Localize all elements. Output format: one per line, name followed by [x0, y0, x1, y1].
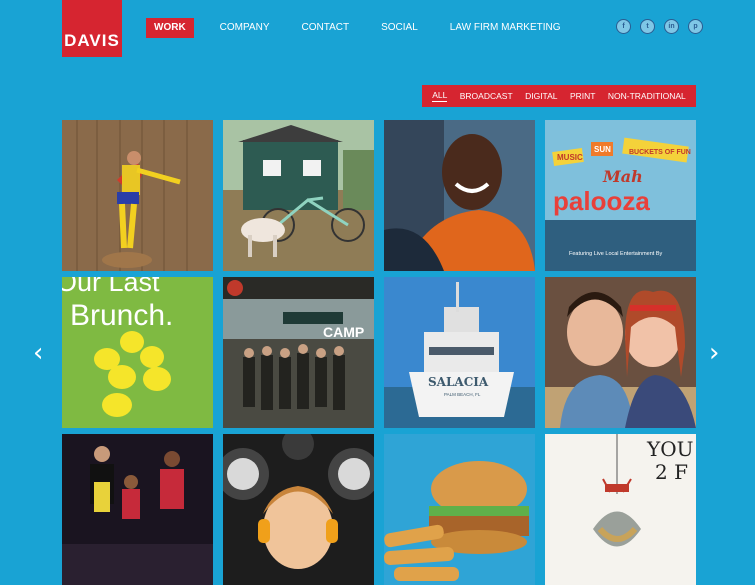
brunch-ad-image: Our Last Brunch. — [62, 277, 213, 428]
filter-print[interactable]: PRINT — [570, 91, 596, 102]
portfolio-grid: MUSIC SUN BUCKETS OF FUN Mah palooza Fea… — [62, 120, 697, 585]
carousel-prev-icon[interactable]: ‹ — [33, 340, 47, 366]
portfolio-tile-smiling-man[interactable] — [384, 120, 535, 271]
brunch-line-1: Our Last — [62, 277, 160, 297]
portfolio-tile-child-speakers[interactable] — [223, 434, 374, 585]
portfolio-tile-dancers[interactable] — [62, 434, 213, 585]
mahpalooza-footer: Featuring Live Local Entertainment By — [569, 251, 662, 257]
pinterest-icon[interactable]: p — [688, 19, 703, 34]
brunch-line-2: Brunch. — [70, 299, 173, 332]
davis-logo[interactable]: DAVIS — [62, 0, 122, 57]
groomsmen-title: CAMP — [323, 324, 364, 340]
mahpalooza-title-1: Mah — [602, 167, 643, 186]
child-with-speakers-image — [223, 434, 374, 585]
portfolio-tile-groomsmen[interactable]: CAMP — [223, 277, 374, 428]
filter-broadcast[interactable]: BROADCAST — [460, 91, 513, 102]
mahpalooza-sun: SUN — [594, 145, 611, 154]
portfolio-tile-brunch[interactable]: Our Last Brunch. — [62, 277, 213, 428]
yacht-home-port: PALM BEACH, FL — [444, 392, 481, 397]
portfolio-tile-goat-bike[interactable] — [223, 120, 374, 271]
couple-portrait-image — [545, 277, 696, 428]
portfolio-tile-print-ad[interactable]: YOU 2 F — [545, 434, 696, 585]
mahpalooza-buckets: BUCKETS OF FUN — [629, 149, 691, 156]
goat-and-bike-image — [223, 120, 374, 271]
nav-item-company[interactable]: COMPANY — [212, 18, 278, 38]
chicken-sandwich-image — [384, 434, 535, 585]
facebook-icon[interactable]: f — [616, 19, 631, 34]
portfolio-tile-yacht[interactable]: SALACIA PALM BEACH, FL — [384, 277, 535, 428]
carousel-next-icon[interactable]: › — [709, 340, 723, 366]
portfolio-tile-jumping-kid[interactable] — [62, 120, 213, 271]
mahpalooza-title-2: palooza — [553, 186, 650, 216]
portfolio-tile-sandwich[interactable] — [384, 434, 535, 585]
nav-item-social[interactable]: SOCIAL — [373, 18, 426, 38]
filter-non-traditional[interactable]: NON-TRADITIONAL — [608, 91, 686, 102]
filter-digital[interactable]: DIGITAL — [525, 91, 557, 102]
social-links: f t in p — [616, 19, 712, 34]
filter-all[interactable]: ALL — [432, 90, 448, 102]
work-filter-bar: ALL BROADCAST DIGITAL PRINT NON-TRADITIO… — [422, 85, 696, 107]
yacht-image: SALACIA PALM BEACH, FL — [384, 277, 535, 428]
print-ad-image: YOU 2 F — [545, 434, 696, 585]
mahpalooza-music: MUSIC — [557, 153, 583, 162]
print-ad-line-2: 2 F — [655, 460, 688, 484]
mahpalooza-poster-image: MUSIC SUN BUCKETS OF FUN Mah palooza Fea… — [545, 120, 696, 271]
yacht-name: SALACIA — [428, 375, 489, 389]
nav-item-contact[interactable]: CONTACT — [294, 18, 358, 38]
dancers-image — [62, 434, 213, 585]
jumping-kid-image — [62, 120, 213, 271]
nav-item-work[interactable]: WORK — [146, 18, 194, 38]
main-nav: WORK COMPANY CONTACT SOCIAL LAW FIRM MAR… — [146, 18, 585, 38]
groomsmen-website-image: CAMP — [223, 277, 374, 428]
linkedin-icon[interactable]: in — [664, 19, 679, 34]
portfolio-tile-couple[interactable] — [545, 277, 696, 428]
twitter-icon[interactable]: t — [640, 19, 655, 34]
print-ad-line-1: YOU — [646, 437, 693, 461]
nav-item-law-firm-marketing[interactable]: LAW FIRM MARKETING — [442, 18, 569, 38]
portfolio-tile-mahpalooza[interactable]: MUSIC SUN BUCKETS OF FUN Mah palooza Fea… — [545, 120, 696, 271]
smiling-man-image — [384, 120, 535, 271]
